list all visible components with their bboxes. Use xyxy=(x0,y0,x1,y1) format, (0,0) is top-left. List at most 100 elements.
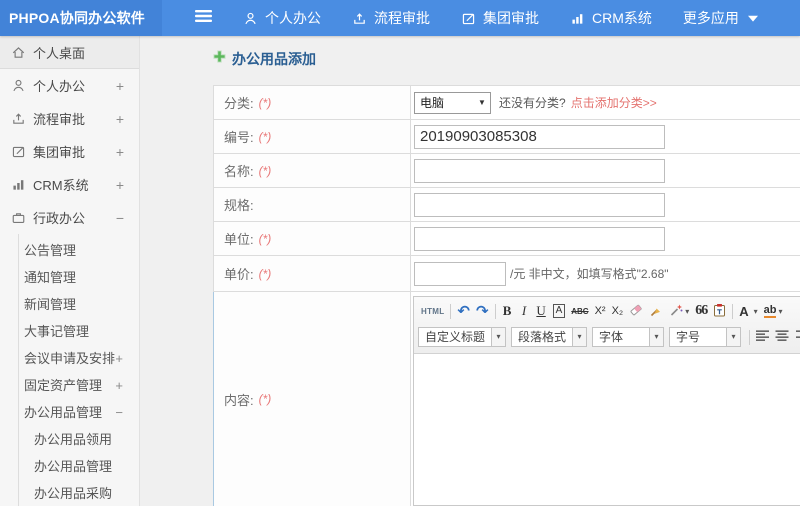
required-mark: (*) xyxy=(258,129,272,144)
sidebar-item-label: 集团审批 xyxy=(33,145,86,160)
bold-button[interactable]: B xyxy=(499,301,516,321)
sidebar-item-supplies-purchase[interactable]: 办公用品采购 xyxy=(19,480,139,506)
sidebar-item-notice-mgmt[interactable]: 通知管理 xyxy=(19,264,139,291)
nav-more-apps[interactable]: 更多应用 xyxy=(683,8,758,28)
name-input[interactable] xyxy=(414,158,665,183)
sidebar-item-announcement-mgmt[interactable]: 公告管理 xyxy=(19,237,139,264)
custom-title-combo[interactable]: 自定义标题 ▾ xyxy=(418,327,507,347)
caret-down-icon: ▾ xyxy=(753,306,758,316)
highlight-color-button[interactable]: ab ▾ xyxy=(761,301,786,321)
font-family-combo[interactable]: 字体 ▾ xyxy=(592,327,665,347)
code-label: 编号: (*) xyxy=(214,120,411,153)
source-code-button[interactable]: HTML xyxy=(418,301,447,321)
sidebar-item-label: 办公用品管理 xyxy=(24,405,103,420)
required-mark: (*) xyxy=(258,266,272,281)
paste-filter-button[interactable] xyxy=(710,301,729,321)
align-left-button[interactable] xyxy=(753,327,772,347)
code-input[interactable] xyxy=(414,124,665,149)
align-left-icon xyxy=(755,329,770,345)
spec-input[interactable] xyxy=(414,192,665,217)
nav-crm-system[interactable]: CRM系统 xyxy=(570,8,652,28)
form-row-price: 单价: (*) /元 非中文，如填写格式"2.68" xyxy=(213,256,800,292)
edit-icon xyxy=(461,11,476,26)
form-row-content: 内容: (*) HTML ↶ ↷ B I U A ABC X² X₂ ▾ 66 … xyxy=(213,292,800,506)
category-hint: 还没有分类? xyxy=(499,96,566,110)
sidebar-item-label: 流程审批 xyxy=(33,112,86,127)
unit-label: 单位: (*) xyxy=(214,222,411,255)
undo-button[interactable]: ↶ xyxy=(454,301,473,321)
name-label: 名称: (*) xyxy=(214,154,411,187)
align-center-button[interactable] xyxy=(773,327,792,347)
sidebar-item-label: 公告管理 xyxy=(24,243,77,258)
editor-toolbar-row1: HTML ↶ ↷ B I U A ABC X² X₂ ▾ 66 A ▾ ab ▾ xyxy=(418,299,800,323)
sidebar-item-supplies-manage[interactable]: 办公用品管理 xyxy=(19,453,139,480)
sidebar-item-personal-office[interactable]: 个人办公 + xyxy=(0,69,139,102)
strikethrough-button[interactable]: ABC xyxy=(568,301,591,321)
sidebar-item-personal-desktop[interactable]: 个人桌面 xyxy=(0,36,139,69)
price-label: 单价: (*) xyxy=(214,256,411,291)
blockquote-button[interactable]: 66 xyxy=(692,301,710,321)
clipboard-icon xyxy=(713,303,726,320)
format-eraser-button[interactable] xyxy=(626,301,646,321)
caret-down-icon: ▾ xyxy=(649,328,664,346)
menu-toggle-button[interactable] xyxy=(195,9,212,28)
category-select[interactable]: 电脑 ▼ xyxy=(414,91,491,114)
hamburger-icon xyxy=(195,9,212,28)
align-right-icon xyxy=(795,329,800,345)
sidebar-item-fixed-assets[interactable]: 固定资产管理 + xyxy=(19,372,139,399)
sidebar-item-supplies-claim[interactable]: 办公用品领用 xyxy=(19,426,139,453)
font-color-button[interactable]: A ▾ xyxy=(736,301,760,321)
expand-indicator: + xyxy=(115,77,124,94)
nav-workflow-approval[interactable]: 流程审批 xyxy=(352,8,430,28)
font-size-combo[interactable]: 字号 ▾ xyxy=(669,327,742,347)
char-border-button[interactable]: A xyxy=(550,301,569,321)
subscript-button[interactable]: X₂ xyxy=(609,301,627,321)
user-icon xyxy=(243,11,258,26)
sidebar-item-admin-office[interactable]: 行政办公 − xyxy=(0,201,139,234)
broom-icon xyxy=(649,303,663,320)
clear-format-button[interactable] xyxy=(646,301,666,321)
align-center-icon xyxy=(775,329,789,345)
magic-wand-icon xyxy=(669,303,683,320)
paragraph-format-combo[interactable]: 段落格式 ▾ xyxy=(511,327,588,347)
nav-group-approval[interactable]: 集团审批 xyxy=(461,8,539,28)
caret-down-icon xyxy=(747,15,758,22)
caret-down-icon: ▼ xyxy=(478,98,486,107)
collapse-indicator: − xyxy=(115,405,123,420)
caret-down-icon: ▾ xyxy=(685,306,690,316)
sidebar-item-group-approval[interactable]: 集团审批 + xyxy=(0,135,139,168)
sidebar-item-label: 通知管理 xyxy=(24,270,77,285)
redo-icon: ↷ xyxy=(476,303,489,320)
chart-icon xyxy=(10,177,26,193)
page-title-text: 办公用品添加 xyxy=(232,51,316,67)
admin-office-submenu: 公告管理 通知管理 新闻管理 大事记管理 会议申请及安排+ 固定资产管理+ xyxy=(18,234,139,506)
nav-personal-office[interactable]: 个人办公 xyxy=(243,8,321,28)
sidebar-item-label: CRM系统 xyxy=(33,178,89,193)
sidebar-item-meeting-request[interactable]: 会议申请及安排 + xyxy=(19,345,139,372)
unit-input[interactable] xyxy=(414,226,665,251)
underline-button[interactable]: U xyxy=(533,301,550,321)
category-select-value: 电脑 xyxy=(420,96,445,110)
rich-text-editor: HTML ↶ ↷ B I U A ABC X² X₂ ▾ 66 A ▾ ab ▾… xyxy=(413,296,800,506)
form-row-code: 编号: (*) xyxy=(213,120,800,154)
price-input[interactable] xyxy=(414,261,506,286)
redo-button[interactable]: ↷ xyxy=(473,301,492,321)
sidebar-item-label: 新闻管理 xyxy=(24,297,77,312)
sidebar-item-label: 行政办公 xyxy=(33,211,86,226)
align-right-button[interactable] xyxy=(792,327,800,347)
sidebar-item-office-supplies-mgmt[interactable]: 办公用品管理 − xyxy=(19,399,139,426)
sidebar-item-news-mgmt[interactable]: 新闻管理 xyxy=(19,291,139,318)
editor-content-area[interactable] xyxy=(414,354,800,505)
editor-toolbar-row2: 自定义标题 ▾ 段落格式 ▾ 字体 ▾ 字号 ▾ xyxy=(418,324,800,350)
required-mark: (*) xyxy=(258,231,272,246)
sidebar-item-crm-system[interactable]: CRM系统 + xyxy=(0,168,139,201)
editor-toolbar: HTML ↶ ↷ B I U A ABC X² X₂ ▾ 66 A ▾ ab ▾… xyxy=(414,297,800,354)
italic-button[interactable]: I xyxy=(516,301,533,321)
sidebar-item-workflow-approval[interactable]: 流程审批 + xyxy=(0,102,139,135)
sidebar-item-events-mgmt[interactable]: 大事记管理 xyxy=(19,318,139,345)
superscript-button[interactable]: X² xyxy=(592,301,609,321)
add-category-link[interactable]: 点击添加分类>> xyxy=(571,94,657,111)
caret-down-icon: ▾ xyxy=(726,328,741,346)
auto-typeset-button[interactable]: ▾ xyxy=(666,301,692,321)
sidebar-item-label: 办公用品采购 xyxy=(34,486,113,501)
